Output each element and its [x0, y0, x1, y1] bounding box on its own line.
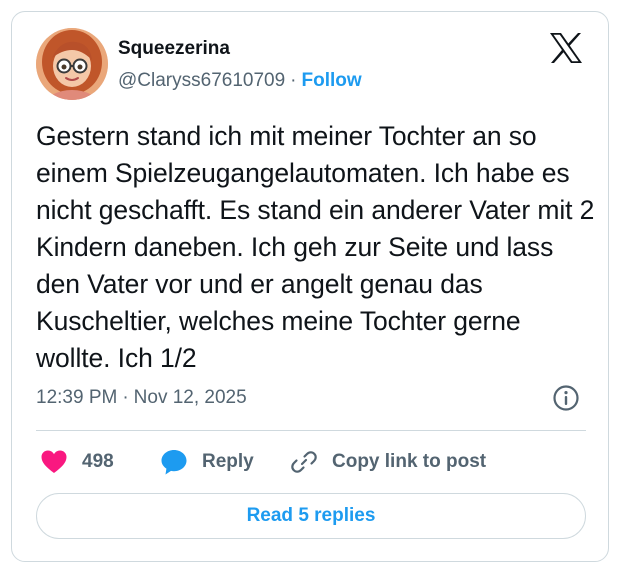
timestamp[interactable]: 12:39 PM · Nov 12, 2025 [36, 387, 247, 409]
avatar[interactable] [36, 28, 108, 100]
copy-link-button[interactable]: Copy link to post [290, 446, 486, 478]
avatar-illustration [36, 28, 108, 100]
reply-bubble-icon [161, 450, 187, 475]
action-bar: 498 Reply Copy link to post [36, 446, 586, 478]
separator-dot: · [290, 70, 297, 91]
copy-link-label: Copy link to post [332, 451, 487, 472]
author-handle[interactable]: @Claryss67610709 [118, 70, 285, 91]
like-count: 498 [82, 451, 114, 472]
tweet-text: Gestern stand ich mit meiner Tochter an … [36, 121, 595, 373]
divider [36, 430, 586, 431]
read-replies-button[interactable]: Read 5 replies [36, 493, 586, 539]
link-icon [291, 451, 317, 473]
handle-row: @Claryss67610709 · Follow [118, 70, 362, 92]
info-icon[interactable] [552, 384, 580, 412]
author-name[interactable]: Squeezerina [118, 38, 230, 60]
x-logo-icon[interactable] [549, 32, 583, 64]
tweet-date: Nov 12, 2025 [133, 387, 247, 408]
follow-button[interactable]: Follow [302, 70, 362, 91]
tweet-time: 12:39 PM [36, 387, 118, 408]
heart-icon [41, 450, 67, 473]
reply-label: Reply [202, 451, 254, 472]
tweet-card: Squeezerina @Claryss67610709 · Follow Gest… [11, 11, 609, 562]
like-button[interactable]: 498 [40, 446, 114, 478]
reply-button[interactable]: Reply [160, 446, 254, 478]
meta-separator: · [122, 387, 129, 408]
